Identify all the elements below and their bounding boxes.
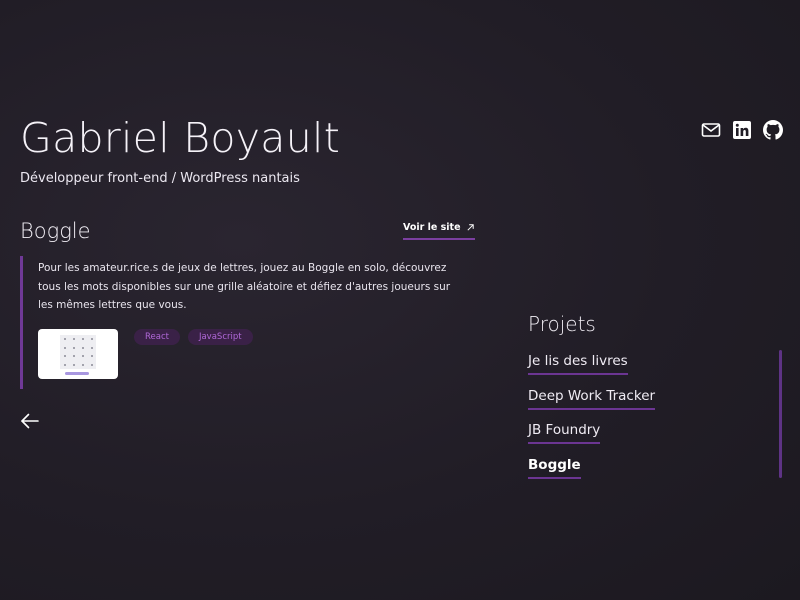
list-item: JB Foundry — [528, 419, 655, 454]
visit-site-label: Voir le site — [403, 222, 461, 233]
back-button[interactable] — [19, 410, 41, 432]
project-link-boggle[interactable]: Boggle — [528, 457, 581, 479]
social-links — [701, 120, 783, 140]
boggle-grid-preview — [60, 335, 96, 369]
github-icon — [763, 120, 783, 140]
site-subtitle: Développeur front-end / WordPress nantai… — [20, 171, 300, 186]
projects-list: Je lis des livres Deep Work Tracker JB F… — [528, 350, 656, 489]
project-media: React JavaScript — [38, 329, 253, 379]
projects-scrollbar[interactable] — [779, 350, 782, 478]
mail-icon — [701, 123, 721, 137]
project-body: Pour les amateur.rice.s de jeux de lettr… — [20, 256, 460, 389]
list-item: Deep Work Tracker — [528, 385, 656, 420]
project-description: Pour les amateur.rice.s de jeux de lettr… — [38, 262, 451, 311]
external-arrow-icon — [466, 224, 474, 231]
list-item: Je lis des livres — [528, 350, 655, 385]
github-link[interactable] — [763, 120, 783, 140]
project-link-deep-work-tracker[interactable]: Deep Work Tracker — [528, 388, 656, 410]
mail-link[interactable] — [701, 120, 721, 140]
visit-site-link[interactable]: Voir le site — [403, 222, 475, 240]
tag-javascript: JavaScript — [187, 329, 253, 345]
project-screenshot[interactable] — [38, 329, 118, 379]
list-item: Boggle — [528, 454, 655, 489]
project-title: Boggle — [20, 219, 91, 243]
tech-tags: React JavaScript — [134, 329, 253, 345]
site-name: Gabriel Boyault — [20, 114, 341, 162]
project-link-je-lis-des-livres[interactable]: Je lis des livres — [528, 353, 628, 375]
arrow-left-icon — [21, 413, 39, 429]
project-link-jb-foundry[interactable]: JB Foundry — [528, 422, 601, 444]
linkedin-icon — [733, 121, 751, 139]
projects-heading: Projets — [528, 312, 596, 336]
tag-react: React — [134, 329, 180, 345]
linkedin-link[interactable] — [732, 120, 752, 140]
preview-button-shape — [65, 372, 89, 375]
